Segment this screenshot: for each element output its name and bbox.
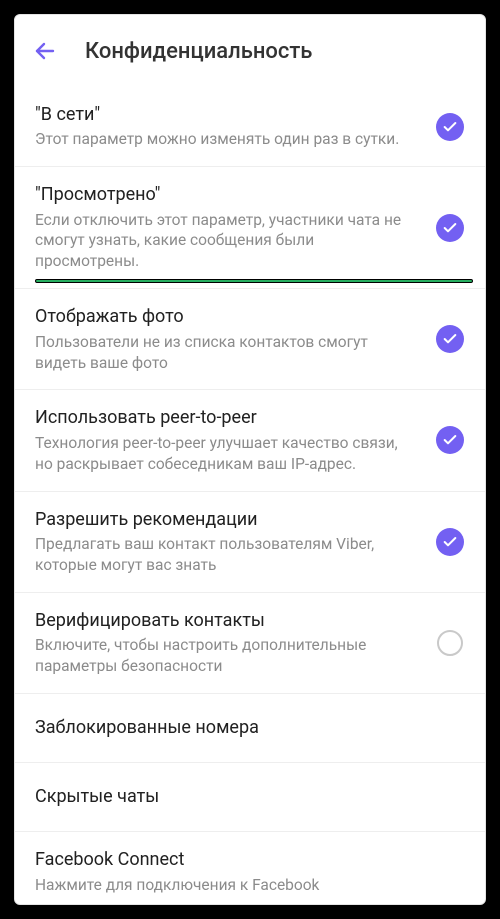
setting-title: Верифицировать контакты xyxy=(35,609,415,633)
back-arrow-icon[interactable] xyxy=(33,39,57,63)
setting-title: Facebook Connect xyxy=(35,848,461,872)
empty-circle-icon[interactable] xyxy=(437,630,463,656)
check-circle-icon[interactable] xyxy=(436,528,464,556)
setting-title: "В сети" xyxy=(35,103,415,127)
setting-title: Разрешить рекомендации xyxy=(35,508,415,532)
setting-show-photo[interactable]: Отображать фото Пользователи не из списк… xyxy=(15,289,485,390)
setting-subtitle: Предлагать ваш контакт пользователям Vib… xyxy=(35,534,415,576)
check-circle-icon[interactable] xyxy=(436,426,464,454)
setting-subtitle: Этот параметр можно изменять один раз в … xyxy=(35,129,415,150)
setting-peer-to-peer[interactable]: Использовать peer-to-peer Технология pee… xyxy=(15,390,485,491)
highlight-underline xyxy=(35,279,473,283)
setting-title: Использовать peer-to-peer xyxy=(35,406,415,430)
setting-title: Скрытые чаты xyxy=(35,785,461,809)
app-bar: Конфиденциальность xyxy=(15,15,485,87)
setting-subtitle: Технология peer-to-peer улучшает качеств… xyxy=(35,433,415,475)
page-title: Конфиденциальность xyxy=(85,39,312,64)
settings-list: "В сети" Этот параметр можно изменять од… xyxy=(15,87,485,904)
setting-seen-status[interactable]: "Просмотрено" Если отключить этот параме… xyxy=(15,167,485,289)
check-circle-icon[interactable] xyxy=(436,325,464,353)
setting-subtitle: Включите, чтобы настроить дополнительные… xyxy=(35,635,415,677)
setting-facebook-connect[interactable]: Facebook Connect Нажмите для подключения… xyxy=(15,832,485,904)
setting-subtitle: Нажмите для подключения к Facebook xyxy=(35,875,461,896)
setting-verify-contacts[interactable]: Верифицировать контакты Включите, чтобы … xyxy=(15,593,485,694)
setting-subtitle: Пользователи не из списка контактов смог… xyxy=(35,332,415,374)
setting-allow-recommendations[interactable]: Разрешить рекомендации Предлагать ваш ко… xyxy=(15,492,485,593)
check-circle-icon[interactable] xyxy=(436,214,464,242)
settings-screen: Конфиденциальность "В сети" Этот парамет… xyxy=(14,14,486,905)
setting-online-status[interactable]: "В сети" Этот параметр можно изменять од… xyxy=(15,87,485,167)
setting-subtitle: Если отключить этот параметр, участники … xyxy=(35,210,415,273)
setting-title: "Просмотрено" xyxy=(35,183,415,207)
setting-title: Заблокированные номера xyxy=(35,716,461,740)
setting-blocked-numbers[interactable]: Заблокированные номера xyxy=(15,694,485,763)
check-circle-icon[interactable] xyxy=(436,113,464,141)
setting-hidden-chats[interactable]: Скрытые чаты xyxy=(15,763,485,832)
setting-title: Отображать фото xyxy=(35,305,415,329)
